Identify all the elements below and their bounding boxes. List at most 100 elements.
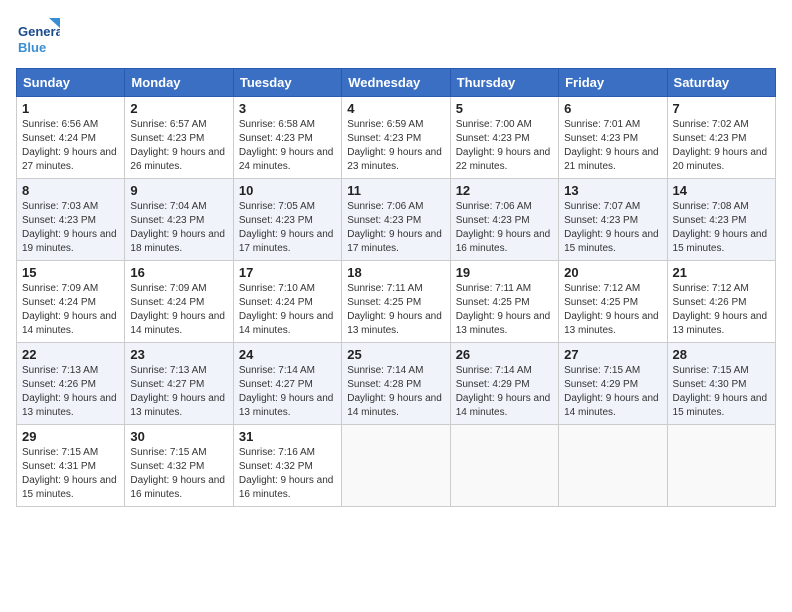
day-number: 11 [347, 183, 444, 198]
svg-text:General: General [18, 24, 60, 39]
logo-icon: GeneralBlue [16, 16, 60, 60]
day-number: 3 [239, 101, 336, 116]
day-number: 13 [564, 183, 661, 198]
day-number: 8 [22, 183, 119, 198]
svg-text:Blue: Blue [18, 40, 46, 55]
day-number: 5 [456, 101, 553, 116]
day-number: 19 [456, 265, 553, 280]
day-number: 21 [673, 265, 770, 280]
calendar-cell: 9 Sunrise: 7:04 AMSunset: 4:23 PMDaylight… [125, 179, 233, 261]
weekday-header-monday: Monday [125, 69, 233, 97]
calendar-cell: 3Sunrise: 6:58 AMSunset: 4:23 PMDaylight… [233, 97, 341, 179]
day-info: Sunrise: 7:09 AMSunset: 4:24 PMDaylight:… [130, 282, 227, 338]
calendar-cell: 11 Sunrise: 7:06 AMSunset: 4:23 PMDayligh… [342, 179, 450, 261]
day-number: 17 [239, 265, 336, 280]
day-info: Sunrise: 7:11 AMSunset: 4:25 PMDaylight:… [347, 282, 444, 338]
day-number: 12 [456, 183, 553, 198]
calendar-cell: 28Sunrise: 7:15 AMSunset: 4:30 PMDayligh… [667, 343, 775, 425]
calendar-cell: 24Sunrise: 7:14 AMSunset: 4:27 PMDayligh… [233, 343, 341, 425]
day-info: Sunrise: 7:15 AMSunset: 4:32 PMDaylight:… [130, 446, 227, 502]
day-info: Sunrise: 7:13 AMSunset: 4:26 PMDaylight:… [22, 364, 119, 420]
calendar-cell: 22 Sunrise: 7:13 AMSunset: 4:26 PMDayligh… [17, 343, 125, 425]
day-info: Sunrise: 7:15 AMSunset: 4:31 PMDaylight:… [22, 446, 119, 502]
weekday-header-friday: Friday [559, 69, 667, 97]
calendar-cell: 30 Sunrise: 7:15 AMSunset: 4:32 PMDayligh… [125, 425, 233, 507]
calendar-week-row-4: 22 Sunrise: 7:13 AMSunset: 4:26 PMDayligh… [17, 343, 776, 425]
calendar-cell: 26 Sunrise: 7:14 AMSunset: 4:29 PMDayligh… [450, 343, 558, 425]
weekday-header-tuesday: Tuesday [233, 69, 341, 97]
calendar-cell: 20Sunrise: 7:12 AMSunset: 4:25 PMDayligh… [559, 261, 667, 343]
day-info: Sunrise: 6:56 AMSunset: 4:24 PMDaylight:… [22, 118, 119, 174]
day-number: 30 [130, 429, 227, 444]
day-number: 4 [347, 101, 444, 116]
weekday-header-sunday: Sunday [17, 69, 125, 97]
day-info: Sunrise: 7:14 AMSunset: 4:28 PMDaylight:… [347, 364, 444, 420]
calendar-week-row-5: 29 Sunrise: 7:15 AMSunset: 4:31 PMDayligh… [17, 425, 776, 507]
calendar-cell: 5Sunrise: 7:00 AMSunset: 4:23 PMDaylight… [450, 97, 558, 179]
day-number: 25 [347, 347, 444, 362]
calendar-cell: 8Sunrise: 7:03 AMSunset: 4:23 PMDaylight… [17, 179, 125, 261]
calendar-cell: 29 Sunrise: 7:15 AMSunset: 4:31 PMDayligh… [17, 425, 125, 507]
day-number: 23 [130, 347, 227, 362]
day-info: Sunrise: 7:14 AMSunset: 4:29 PMDaylight:… [456, 364, 553, 420]
calendar-cell: 7 Sunrise: 7:02 AMSunset: 4:23 PMDaylight… [667, 97, 775, 179]
calendar-cell: 6 Sunrise: 7:01 AMSunset: 4:23 PMDaylight… [559, 97, 667, 179]
day-info: Sunrise: 7:16 AMSunset: 4:32 PMDaylight:… [239, 446, 336, 502]
day-info: Sunrise: 7:06 AMSunset: 4:23 PMDaylight:… [456, 200, 553, 256]
weekday-header-saturday: Saturday [667, 69, 775, 97]
day-info: Sunrise: 7:04 AMSunset: 4:23 PMDaylight:… [130, 200, 227, 256]
day-number: 10 [239, 183, 336, 198]
calendar-cell: 19 Sunrise: 7:11 AMSunset: 4:25 PMDayligh… [450, 261, 558, 343]
day-info: Sunrise: 7:11 AMSunset: 4:25 PMDaylight:… [456, 282, 553, 338]
calendar-cell: 15Sunrise: 7:09 AMSunset: 4:24 PMDayligh… [17, 261, 125, 343]
calendar-cell: 27 Sunrise: 7:15 AMSunset: 4:29 PMDayligh… [559, 343, 667, 425]
calendar-cell: 4Sunrise: 6:59 AMSunset: 4:23 PMDaylight… [342, 97, 450, 179]
calendar-table: SundayMondayTuesdayWednesdayThursdayFrid… [16, 68, 776, 507]
day-number: 22 [22, 347, 119, 362]
calendar-cell: 13 Sunrise: 7:07 AMSunset: 4:23 PMDayligh… [559, 179, 667, 261]
day-number: 26 [456, 347, 553, 362]
day-number: 31 [239, 429, 336, 444]
day-info: Sunrise: 7:15 AMSunset: 4:29 PMDaylight:… [564, 364, 661, 420]
calendar-cell: 21 Sunrise: 7:12 AMSunset: 4:26 PMDayligh… [667, 261, 775, 343]
day-number: 16 [130, 265, 227, 280]
day-info: Sunrise: 7:15 AMSunset: 4:30 PMDaylight:… [673, 364, 770, 420]
page-header: GeneralBlue [16, 16, 776, 60]
day-number: 27 [564, 347, 661, 362]
day-info: Sunrise: 7:06 AMSunset: 4:23 PMDaylight:… [347, 200, 444, 256]
calendar-cell: 12 Sunrise: 7:06 AMSunset: 4:23 PMDayligh… [450, 179, 558, 261]
calendar-cell: 31 Sunrise: 7:16 AMSunset: 4:32 PMDayligh… [233, 425, 341, 507]
calendar-cell: 1 Sunrise: 6:56 AMSunset: 4:24 PMDaylight… [17, 97, 125, 179]
calendar-week-row-2: 8Sunrise: 7:03 AMSunset: 4:23 PMDaylight… [17, 179, 776, 261]
day-info: Sunrise: 7:13 AMSunset: 4:27 PMDaylight:… [130, 364, 227, 420]
day-info: Sunrise: 7:07 AMSunset: 4:23 PMDaylight:… [564, 200, 661, 256]
day-info: Sunrise: 7:10 AMSunset: 4:24 PMDaylight:… [239, 282, 336, 338]
weekday-header-wednesday: Wednesday [342, 69, 450, 97]
day-info: Sunrise: 7:05 AMSunset: 4:23 PMDaylight:… [239, 200, 336, 256]
calendar-cell: 17 Sunrise: 7:10 AMSunset: 4:24 PMDayligh… [233, 261, 341, 343]
calendar-cell: 18 Sunrise: 7:11 AMSunset: 4:25 PMDayligh… [342, 261, 450, 343]
calendar-cell: 25 Sunrise: 7:14 AMSunset: 4:28 PMDayligh… [342, 343, 450, 425]
day-info: Sunrise: 7:12 AMSunset: 4:25 PMDaylight:… [564, 282, 661, 338]
day-info: Sunrise: 7:12 AMSunset: 4:26 PMDaylight:… [673, 282, 770, 338]
weekday-header-row: SundayMondayTuesdayWednesdayThursdayFrid… [17, 69, 776, 97]
calendar-cell: 14Sunrise: 7:08 AMSunset: 4:23 PMDayligh… [667, 179, 775, 261]
logo: GeneralBlue [16, 16, 60, 60]
day-info: Sunrise: 7:02 AMSunset: 4:23 PMDaylight:… [673, 118, 770, 174]
day-info: Sunrise: 6:57 AMSunset: 4:23 PMDaylight:… [130, 118, 227, 174]
day-number: 29 [22, 429, 119, 444]
calendar-week-row-3: 15Sunrise: 7:09 AMSunset: 4:24 PMDayligh… [17, 261, 776, 343]
day-number: 2 [130, 101, 227, 116]
calendar-cell: 16 Sunrise: 7:09 AMSunset: 4:24 PMDayligh… [125, 261, 233, 343]
calendar-cell: 23 Sunrise: 7:13 AMSunset: 4:27 PMDayligh… [125, 343, 233, 425]
calendar-cell: 10 Sunrise: 7:05 AMSunset: 4:23 PMDayligh… [233, 179, 341, 261]
day-number: 1 [22, 101, 119, 116]
calendar-cell [667, 425, 775, 507]
calendar-cell [450, 425, 558, 507]
day-number: 6 [564, 101, 661, 116]
day-number: 18 [347, 265, 444, 280]
day-info: Sunrise: 7:01 AMSunset: 4:23 PMDaylight:… [564, 118, 661, 174]
day-number: 9 [130, 183, 227, 198]
day-info: Sunrise: 7:14 AMSunset: 4:27 PMDaylight:… [239, 364, 336, 420]
day-number: 7 [673, 101, 770, 116]
